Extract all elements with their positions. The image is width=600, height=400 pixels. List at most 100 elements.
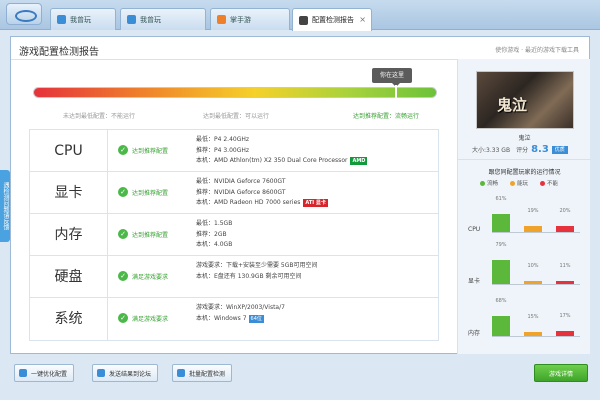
spec-line: 游戏要求：WinXP/2003/Vista/7 [196,304,285,311]
hardware-badge: 64位 [248,314,264,323]
hardware-name: 显卡 [30,172,108,213]
spec-line: 本机：4.0GB [196,241,233,248]
spec-line: 推荐：NVIDIA Geforce 8600GT [196,188,286,196]
hardware-specs: 最低：P4 2.40GHz 推荐：P4 3.00GHz 本机：AMD Athlon(… [196,135,368,167]
report-panel: 游戏配置检测报告 使你游戏 · 最近的游戏下载工具 你在这里 未达到最低配置：不… [10,36,591,354]
chart-bar [492,260,510,284]
spec-line: 本机：AMD Radeon HD 7000 series ATI 显卡 [196,199,328,207]
tab-2[interactable]: 我曾玩 [120,8,206,30]
hardware-status: ✓ 达到推荐配置 [118,187,168,197]
game-score: 8.3 [531,144,549,155]
rating-label: 评分 [516,147,529,154]
spec-line: 游戏要求：下载+安装至少需要 5GB可用空间 [196,262,318,269]
chart-bar-label: 68% [495,297,507,304]
meter-position-label: 你在这里 [372,68,413,87]
legend-item: 流畅 [480,179,498,187]
chart-bar [556,330,574,336]
chart-bar-label: 17% [559,312,571,319]
tab-icon [217,15,226,24]
side-title: 跟您同配置玩家的运行情况 [488,169,561,176]
chart-bar-group: 11% [556,254,574,284]
chart-bar-group: 79% [492,242,510,284]
chart-bar-label: 10% [527,263,539,269]
hardware-name: CPU [30,130,108,171]
meter-label-rec: 达到推荐配置：流畅运行 [353,113,420,120]
hardware-table: CPU ✓ 达到推荐配置 最低：P4 2.40GHz 推荐：P4 3.00GHz 本… [29,129,439,341]
batch-check-button[interactable]: 批量配置检测 [172,364,233,382]
tab-icon [127,15,136,24]
top-right-link[interactable]: 使你游戏 · 最近的游戏下载工具 [495,45,579,54]
meter-label-min: 未达到最低配置：不能运行 [63,113,136,120]
side-panel: 鬼泣 鬼泣 大小:3.33 GB 评分 8.3 优质 跟您同配置玩家的运行情况 … [457,59,591,354]
hardware-status: ✓ 满足游戏要求 [118,271,168,281]
chart-area: 61% 19% 20% [492,196,580,233]
hardware-row: CPU ✓ 达到推荐配置 最低：P4 2.40GHz 推荐：P4 3.00GHz 本… [30,130,438,172]
game-name[interactable]: 鬼泣 [458,133,591,142]
chart-bar-group: 17% [556,306,574,336]
divider [458,159,591,160]
close-icon[interactable]: × [359,15,366,24]
feedback-tab[interactable]: 遇检测问题请反馈 [0,170,10,242]
meter-marker [395,85,397,100]
spec-line: 推荐：2GB [196,230,227,238]
game-cover-image[interactable]: 鬼泣 [476,71,574,129]
hardware-specs: 游戏要求：WinXP/2003/Vista/7 本机：Windows 7 64位 [196,303,285,324]
config-meter-bar [33,87,437,98]
chart-bar-label: 61% [495,195,507,202]
chart-bar-group: 10% [524,254,542,284]
legend-item: 能玩 [510,179,528,187]
button-label: 批量配置检测 [189,370,226,378]
tab-label: 我曾玩 [140,15,161,24]
tab-icon [299,15,308,25]
tab-label: 我曾玩 [70,15,91,24]
chart-bar-label: 15% [527,313,539,320]
chart-bar [524,281,542,284]
game-size: 大小:3.33 GB [472,147,511,154]
spec-line: 本机：Windows 7 64位 [196,314,264,323]
hardware-badge: ATI 显卡 [303,199,328,207]
hardware-name: 内存 [30,214,108,255]
batch-icon [177,369,185,377]
tab-1[interactable]: 我曾玩 [50,8,116,30]
hardware-specs: 游戏要求：下载+安装至少需要 5GB可用空间 本机：E盘还有 130.9GB 剩余… [196,261,318,282]
chart-bar-label: 19% [527,208,539,215]
chart-bar-label: 79% [495,242,507,249]
chart-bar-group: 19% [524,202,542,232]
tab-label: 掌手游 [230,15,251,24]
send-to-forum-button[interactable]: 发送结果到论坛 [92,364,159,382]
chart-row-label: CPU [468,226,481,233]
tab-3[interactable]: 掌手游 [210,8,290,30]
tab-label: 配置检测报告 [312,16,354,24]
hardware-status: ✓ 达到推荐配置 [118,145,168,155]
hardware-status: ✓ 达到推荐配置 [118,229,168,239]
spec-line: 最低：P4 2.40GHz [196,136,250,143]
optimize-button[interactable]: 一键优化配置 [14,364,75,382]
chart-bar [556,226,574,232]
chart-row-label: 显卡 [468,278,481,285]
spec-line: 推荐：P4 3.00GHz [196,146,250,154]
chart-bar-group: 20% [556,202,574,232]
app-logo-icon[interactable] [6,3,42,25]
chart-bar-group: 61% [492,196,510,232]
optimize-icon [19,369,27,377]
chart-area: 79% 10% 11% [492,242,580,285]
hardware-status: ✓ 满足游戏要求 [118,313,168,323]
check-icon: ✓ [118,187,128,197]
chart-legend: 流畅 能玩 不能 [480,179,558,187]
send-icon [97,369,105,377]
chart-bar-label: 11% [559,262,571,269]
tab-bar: 我曾玩 我曾玩 掌手游 配置检测报告 × [0,0,600,31]
hardware-row: 系统 ✓ 满足游戏要求 游戏要求：WinXP/2003/Vista/7 本机：Wi… [30,298,438,340]
chart-row: 显卡 79% 10% 11% [458,242,591,287]
tab-config-report[interactable]: 配置检测报告 × [292,8,372,31]
chart-row: 内存 68% 15% 17% [458,295,591,339]
chart-bar-group: 68% [492,298,510,336]
chart-bar [492,213,510,232]
hardware-row: 硬盘 ✓ 满足游戏要求 游戏要求：下载+安装至少需要 5GB可用空间 本机：E盘还… [30,256,438,298]
check-icon: ✓ [118,313,128,323]
meter-label-ok: 达到最低配置：可以运行 [203,113,270,120]
spec-line: 本机：AMD Athlon(tm) X2 350 Dual Core Proce… [196,157,368,165]
check-icon: ✓ [118,271,128,281]
button-label: 发送结果到论坛 [109,370,152,378]
game-details-button[interactable]: 游戏详情 [534,364,588,382]
